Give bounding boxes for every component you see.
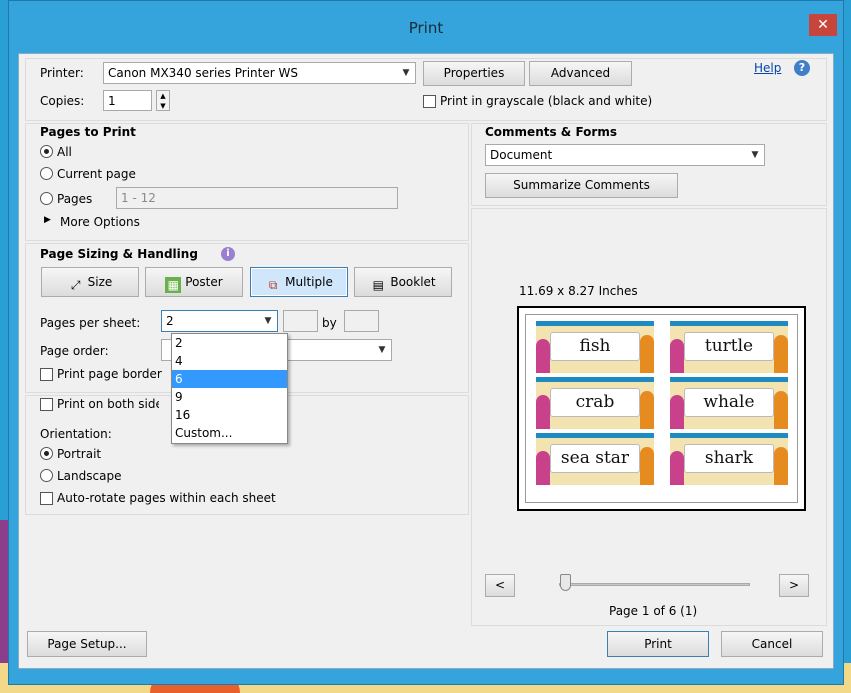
print-button[interactable]: Print (607, 631, 709, 657)
copies-stepper[interactable]: ▲ ▼ (156, 90, 170, 111)
chevron-down-icon: ▼ (751, 150, 759, 160)
size-label: Size (87, 275, 113, 289)
page-order-label: Page order: (40, 344, 109, 358)
multiple-pages-icon: ⧉ (268, 278, 278, 292)
portrait-radio[interactable] (40, 447, 53, 460)
print-preview: fish turtle crab whale sea star shark (517, 306, 806, 511)
window-title: Print (408, 19, 444, 37)
chevron-down-icon: ▼ (402, 68, 410, 78)
by-label: by (322, 316, 337, 330)
chevron-down-icon: ▼ (378, 345, 386, 355)
poster-label: Poster (185, 275, 223, 289)
rows-input[interactable] (344, 310, 379, 332)
copies-input[interactable]: 1 (103, 90, 152, 111)
booklet-icon: ▤ (372, 278, 385, 292)
current-page-radio[interactable] (40, 167, 53, 180)
cancel-button[interactable]: Cancel (721, 631, 823, 657)
preview-card: whale (670, 377, 788, 429)
preview-card: crab (536, 377, 654, 429)
poster-button[interactable]: ▦ Poster (145, 267, 243, 297)
dropdown-option[interactable]: Custom... (172, 424, 287, 442)
all-label: All (57, 145, 72, 159)
comments-value: Document (490, 148, 553, 162)
card-word: sea star (560, 448, 630, 468)
booklet-button[interactable]: ▤ Booklet (354, 267, 452, 297)
copies-label: Copies: (40, 94, 85, 108)
page-sizing-title: Page Sizing & Handling (40, 247, 198, 261)
chevron-down-icon: ▼ (264, 316, 272, 326)
sizing-mode-buttons: ⤢ Size ▦ Poster ⧉ Multiple ▤ Booklet (41, 267, 455, 298)
multiple-label: Multiple (285, 275, 333, 289)
dropdown-option-selected[interactable]: 6 (172, 370, 287, 388)
columns-input[interactable] (283, 310, 318, 332)
help-icon[interactable]: ? (794, 60, 810, 76)
preview-card: fish (536, 321, 654, 373)
resize-icon: ⤢ (70, 278, 81, 292)
summarize-comments-button[interactable]: Summarize Comments (485, 173, 678, 198)
all-radio[interactable] (40, 145, 53, 158)
print-border-label: Print page border (57, 367, 162, 381)
dropdown-option[interactable]: 9 (172, 388, 287, 406)
printer-label: Printer: (40, 66, 84, 80)
card-word: shark (704, 448, 754, 468)
preview-sheet: fish turtle crab whale sea star shark (525, 314, 798, 503)
dropdown-option[interactable]: 4 (172, 352, 287, 370)
orientation-label: Orientation: (40, 427, 112, 441)
help-link[interactable]: Help (754, 61, 781, 75)
autorotate-checkbox[interactable] (40, 492, 53, 505)
pages-per-sheet-select[interactable]: 2 ▼ (161, 310, 278, 332)
dropdown-option[interactable]: 2 (172, 334, 287, 352)
prev-page-button[interactable]: < (485, 574, 515, 597)
comments-select[interactable]: Document ▼ (485, 144, 765, 166)
pages-radio[interactable] (40, 192, 53, 205)
more-options-label[interactable]: More Options (60, 215, 140, 229)
page-slider-thumb[interactable] (560, 574, 571, 591)
grayscale-label: Print in grayscale (black and white) (440, 94, 653, 108)
page-slider-track[interactable] (559, 583, 750, 586)
info-icon[interactable]: i (221, 247, 235, 261)
landscape-label: Landscape (57, 469, 122, 483)
preview-card: turtle (670, 321, 788, 373)
card-word: crab (575, 392, 615, 412)
paper-size-label: 11.69 x 8.27 Inches (519, 284, 638, 298)
expand-triangle-icon[interactable]: ▶ (44, 215, 51, 225)
pages-per-sheet-label: Pages per sheet: (40, 316, 141, 330)
duplex-checkbox[interactable] (40, 398, 53, 411)
advanced-button[interactable]: Advanced (529, 61, 632, 86)
landscape-radio[interactable] (40, 469, 53, 482)
pages-label: Pages (57, 192, 93, 206)
next-page-button[interactable]: > (779, 574, 809, 597)
pages-per-sheet-value: 2 (166, 314, 174, 328)
poster-icon: ▦ (165, 277, 182, 293)
autorotate-label: Auto-rotate pages within each sheet (57, 491, 276, 505)
pages-per-sheet-dropdown: 2 4 6 9 16 Custom... (171, 333, 288, 444)
printer-value: Canon MX340 series Printer WS (108, 66, 298, 80)
card-word: fish (579, 336, 611, 356)
title-bar: Print ✕ (9, 1, 843, 57)
portrait-label: Portrait (57, 447, 102, 461)
card-word: whale (703, 392, 755, 412)
print-dialog: Print ✕ Printer: Canon MX340 series Prin… (8, 0, 844, 685)
card-word: turtle (704, 336, 754, 356)
preview-card: shark (670, 433, 788, 485)
current-page-label: Current page (57, 167, 136, 181)
dialog-body: Printer: Canon MX340 series Printer WS ▼… (18, 53, 834, 669)
duplex-label: Print on both sides of paper (57, 397, 159, 411)
page-indicator: Page 1 of 6 (1) (609, 604, 698, 618)
printer-select[interactable]: Canon MX340 series Printer WS ▼ (103, 62, 416, 84)
preview-card: sea star (536, 433, 654, 485)
close-button[interactable]: ✕ (809, 14, 837, 36)
properties-button[interactable]: Properties (423, 61, 525, 86)
multiple-button[interactable]: ⧉ Multiple (250, 267, 348, 297)
page-setup-button[interactable]: Page Setup... (27, 631, 147, 657)
dropdown-option[interactable]: 16 (172, 406, 287, 424)
booklet-label: Booklet (390, 275, 436, 289)
pages-to-print-title: Pages to Print (40, 125, 136, 139)
pages-range-input[interactable]: 1 - 12 (116, 187, 398, 209)
size-button[interactable]: ⤢ Size (41, 267, 139, 297)
comments-title: Comments & Forms (485, 125, 617, 139)
grayscale-checkbox[interactable] (423, 95, 436, 108)
print-border-checkbox[interactable] (40, 368, 53, 381)
